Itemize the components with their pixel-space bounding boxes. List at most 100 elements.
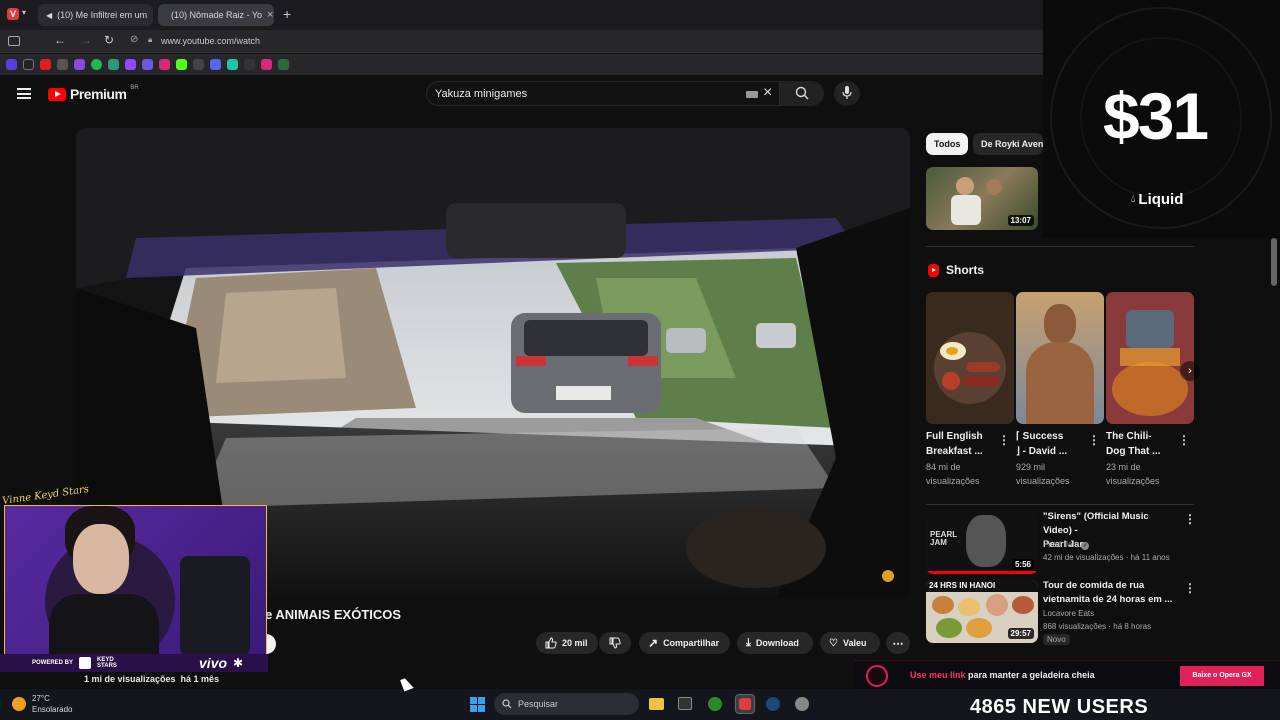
twitch-icon[interactable]	[125, 59, 136, 70]
duration-badge: 5:56	[1011, 559, 1034, 570]
tab-1[interactable]: ◀ (10) Me Infiltrei em um ×	[38, 4, 153, 26]
thanks-button[interactable]: ♡ Valeu	[820, 632, 880, 654]
keyboard-icon[interactable]	[746, 91, 758, 98]
notion-icon[interactable]	[278, 59, 289, 70]
short-views: 929 mil visualizações	[1016, 460, 1070, 488]
keyd-brand: KEYD STARS	[97, 657, 117, 669]
terminal-icon[interactable]	[678, 697, 692, 710]
shorts-header: Shorts	[928, 263, 984, 277]
powered-by-label: POWERED BY	[32, 660, 74, 666]
kick-icon[interactable]	[176, 59, 187, 70]
close-icon[interactable]: ×	[267, 9, 273, 21]
browser-tab-bar: V ▾ ◀ (10) Me Infiltrei em um × (10) Nôm…	[0, 0, 1043, 30]
close-icon[interactable]: ×	[152, 9, 153, 21]
like-count: 20 mil	[562, 638, 588, 648]
rec-title[interactable]: Tour de comida de rua vietnamita de 24 ho…	[1043, 579, 1178, 607]
tab-2[interactable]: (10) Nômade Raiz - Yo ×	[158, 4, 274, 26]
rec-thumbnail[interactable]: 24 HRS IN HANOI 29:57	[926, 580, 1038, 643]
chip-channel[interactable]: De Royki Avent	[973, 133, 1043, 155]
bookmark-icon[interactable]	[108, 59, 119, 70]
download-opera-button[interactable]: Baixe o Opera GX	[1180, 666, 1264, 686]
youtube-logo[interactable]: Premium BR	[48, 85, 139, 102]
vivaldi-taskbar-icon[interactable]	[735, 694, 755, 714]
shield-icon[interactable]: ⊘	[130, 34, 138, 45]
taskbar-search[interactable]: Pesquisar	[494, 693, 639, 715]
lock-icon: 🔒︎	[148, 35, 153, 44]
xbox-icon[interactable]	[708, 697, 722, 711]
rec-menu-icon[interactable]: ⋮	[1184, 512, 1196, 526]
shorts-next-button[interactable]: ›	[1180, 361, 1200, 381]
address-bar-row: ← → ↻ ⊘ 🔒︎ www.youtube.com/watch	[0, 30, 1043, 53]
short-views-line: 929 mil	[1016, 462, 1046, 472]
bookmark-icon[interactable]	[227, 59, 238, 70]
start-button[interactable]	[470, 697, 485, 712]
short-thumbnail[interactable]	[926, 292, 1014, 424]
tab-title: (10) Nômade Raiz - Yo	[171, 10, 263, 20]
steam-icon[interactable]	[766, 697, 780, 711]
forward-icon[interactable]: →	[80, 33, 92, 47]
short-menu-icon[interactable]: ⋮	[998, 433, 1010, 447]
chevron-down-icon[interactable]: ▾	[22, 8, 26, 17]
file-explorer-icon[interactable]	[649, 698, 664, 710]
rec-channel[interactable]: Locavore Eats	[1043, 607, 1094, 621]
spotify-icon[interactable]	[91, 59, 102, 70]
short-menu-icon[interactable]: ⋮	[1088, 433, 1100, 447]
short-title[interactable]: Full English Breakfast ...	[926, 429, 996, 459]
share-button[interactable]: ↗ Compartilhar	[639, 632, 730, 654]
bookmark-icon[interactable]	[244, 59, 255, 70]
new-badge: Novo	[1043, 634, 1070, 645]
bookmark-icon[interactable]	[74, 59, 85, 70]
app-icon[interactable]	[795, 697, 809, 711]
shorts-title: Shorts	[946, 263, 985, 277]
bookmark-icon[interactable]	[142, 59, 153, 70]
dislike-button[interactable]	[599, 632, 631, 654]
sun-icon	[12, 697, 26, 711]
instagram-icon[interactable]	[159, 59, 170, 70]
voice-search-button[interactable]	[834, 81, 860, 106]
short-views: 23 mi de visualizações	[1106, 460, 1160, 488]
vivaldi-menu-icon[interactable]: V	[7, 8, 19, 20]
x-icon[interactable]	[23, 59, 34, 70]
rec-title-line: Tour de comida de rua	[1043, 580, 1145, 591]
keyd-logo-icon	[79, 657, 92, 669]
sponsor-panel: $31 💧︎ Liquid	[1043, 0, 1280, 238]
bookmark-icon[interactable]	[57, 59, 68, 70]
short-title-line: ⌈ Success	[1016, 431, 1064, 442]
reload-icon[interactable]: ↻	[104, 33, 114, 47]
rec-thumbnail[interactable]: PEARL JAM 5:56	[926, 511, 1038, 574]
channel-name: Pearl Jam	[1043, 540, 1080, 549]
short-views-line: visualizações	[926, 476, 980, 486]
sidebar-toggle-icon[interactable]	[8, 36, 20, 46]
new-tab-button[interactable]: +	[283, 6, 291, 22]
logo-text: Premium	[70, 86, 127, 102]
page-scrollbar[interactable]	[1271, 238, 1277, 286]
search-button[interactable]	[780, 81, 824, 106]
rec-menu-icon[interactable]: ⋮	[1184, 581, 1196, 595]
rec-channel[interactable]: Pearl Jam ✓	[1043, 538, 1090, 552]
sidebar-video-thumbnail[interactable]: 13:07	[926, 167, 1038, 230]
promo-highlight: Use meu link	[910, 670, 966, 680]
short-title-line: The Chili-	[1106, 431, 1152, 442]
youtube-icon[interactable]	[40, 59, 51, 70]
thumbs-down-icon	[609, 637, 621, 649]
hamburger-menu-icon[interactable]	[17, 88, 31, 99]
url-field[interactable]: www.youtube.com/watch	[161, 36, 260, 46]
short-views: 84 mi de visualizações	[926, 460, 980, 488]
instagram-icon[interactable]	[261, 59, 272, 70]
more-actions-button[interactable]: ⋯	[886, 632, 910, 654]
bookmark-icon[interactable]	[6, 59, 17, 70]
download-button[interactable]: ⤓ Download	[737, 632, 813, 654]
bookmark-icon[interactable]	[193, 59, 204, 70]
bookmark-icon[interactable]	[210, 59, 221, 70]
search-input[interactable]: Yakuza minigames ×	[426, 81, 780, 106]
short-thumbnail[interactable]	[1016, 292, 1104, 424]
chip-all[interactable]: Todos	[926, 133, 969, 155]
short-menu-icon[interactable]: ⋮	[1178, 433, 1190, 447]
short-thumbnail[interactable]	[1106, 292, 1194, 424]
like-button[interactable]: 20 mil	[536, 632, 598, 654]
weather-widget[interactable]: 27°C Ensolarado	[12, 693, 72, 715]
short-title[interactable]: ⌈ Success ⌋ - David ...	[1016, 429, 1086, 459]
clear-icon[interactable]: ×	[763, 84, 772, 102]
back-icon[interactable]: ←	[54, 33, 66, 47]
short-title[interactable]: The Chili- Dog That ...	[1106, 429, 1176, 459]
